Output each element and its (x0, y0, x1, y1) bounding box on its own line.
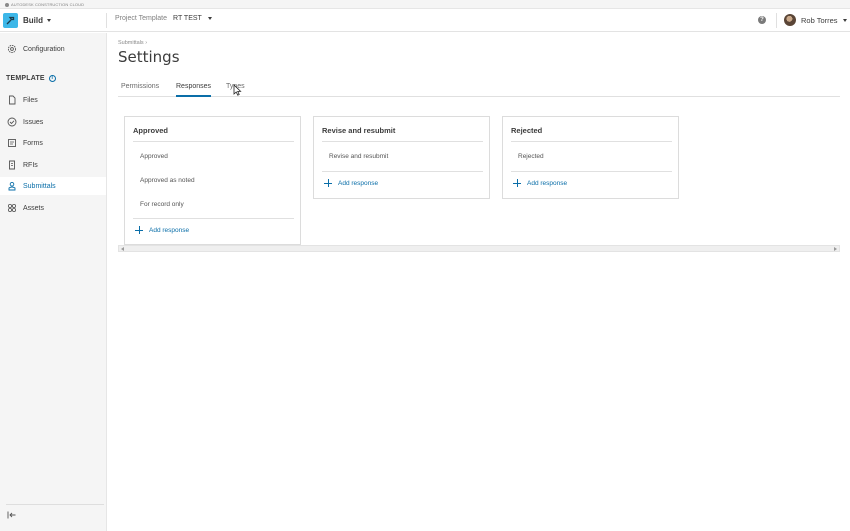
main-content: Submittals › Settings Permissions Respon… (107, 33, 850, 531)
sidebar-item-forms[interactable]: Forms (0, 134, 106, 152)
check-circle-icon (6, 117, 17, 128)
tab-bar: Permissions Responses Types (118, 81, 840, 97)
file-icon (6, 95, 17, 106)
sidebar-item-label: Assets (23, 204, 45, 212)
assets-icon (6, 203, 17, 214)
sidebar-item-configuration[interactable]: Configuration (0, 40, 106, 58)
horizontal-scrollbar[interactable] (118, 245, 840, 252)
add-response-button[interactable]: Add response (513, 179, 567, 187)
divider (6, 504, 104, 505)
sidebar-item-label: RFIs (23, 161, 38, 169)
add-response-label: Add response (527, 179, 568, 187)
add-response-label: Add response (338, 179, 379, 187)
sidebar: Configuration TEMPLATE i Files Issues Fo… (0, 33, 107, 531)
module-switcher[interactable]: Build (3, 12, 51, 29)
divider (133, 141, 294, 142)
template-label-text: TEMPLATE (6, 75, 45, 82)
collapse-sidebar-icon[interactable] (6, 510, 16, 520)
project-label: Project Template (115, 15, 168, 22)
sidebar-item-issues[interactable]: Issues (0, 113, 106, 131)
response-item[interactable]: For record only (140, 201, 184, 208)
scroll-right-icon[interactable] (834, 247, 837, 251)
sidebar-item-assets[interactable]: Assets (0, 199, 106, 217)
project-name: RT TEST (173, 15, 202, 22)
chevron-down-icon (207, 17, 212, 20)
sidebar-item-label: Configuration (23, 45, 65, 53)
add-response-label: Add response (149, 226, 190, 234)
add-response-button[interactable]: Add response (135, 226, 189, 234)
divider (511, 171, 672, 172)
sidebar-item-label: Files (23, 96, 38, 104)
divider (776, 13, 777, 28)
chevron-down-icon (47, 19, 51, 22)
response-card-rejected: Rejected Rejected Add response (502, 116, 679, 199)
product-banner-text: AUTODESK CONSTRUCTION CLOUD (11, 2, 85, 7)
submittals-icon (6, 181, 17, 192)
sidebar-item-files[interactable]: Files (0, 91, 106, 109)
sidebar-item-submittals[interactable]: Submittals (0, 177, 106, 195)
avatar (784, 14, 796, 26)
response-card-revise-and-resubmit: Revise and resubmit Revise and resubmit … (313, 116, 490, 199)
sidebar-item-label: Issues (23, 118, 44, 126)
template-section-label: TEMPLATE i (6, 75, 56, 82)
card-title: Revise and resubmit (322, 126, 396, 135)
plus-icon (513, 179, 521, 187)
divider (511, 141, 672, 142)
scroll-left-icon[interactable] (121, 247, 124, 251)
hammer-icon (3, 13, 18, 28)
chevron-down-icon (842, 18, 847, 22)
form-icon (6, 138, 17, 149)
user-name: Rob Torres (801, 15, 838, 25)
project-selector[interactable]: Project Template RT TEST (115, 15, 212, 22)
document-icon (6, 160, 17, 171)
mouse-cursor-icon (233, 83, 243, 96)
divider (106, 13, 107, 28)
product-banner: AUTODESK CONSTRUCTION CLOUD (0, 0, 850, 9)
response-item[interactable]: Revise and resubmit (329, 153, 388, 160)
divider (322, 171, 483, 172)
autodesk-logo-icon (5, 2, 9, 7)
divider (133, 218, 294, 219)
plus-icon (135, 226, 143, 234)
response-item[interactable]: Rejected (518, 153, 544, 160)
card-title: Approved (133, 126, 169, 135)
response-card-approved: Approved Approved Approved as noted For … (124, 116, 301, 245)
info-icon[interactable]: i (48, 75, 56, 82)
breadcrumb[interactable]: Submittals › (118, 40, 147, 46)
tab-responses[interactable]: Responses (176, 83, 212, 97)
help-icon[interactable]: ? (758, 16, 766, 24)
user-menu[interactable]: Rob Torres (784, 13, 847, 27)
sidebar-item-label: Forms (23, 139, 43, 147)
plus-icon (324, 179, 332, 187)
gear-icon (6, 44, 17, 55)
tab-permissions[interactable]: Permissions (121, 83, 159, 97)
add-response-button[interactable]: Add response (324, 179, 378, 187)
card-title: Rejected (511, 126, 543, 135)
sidebar-item-label: Submittals (23, 182, 56, 190)
response-item[interactable]: Approved (140, 153, 168, 160)
sidebar-item-rfis[interactable]: RFIs (0, 156, 106, 174)
module-label: Build (23, 16, 43, 25)
response-columns: Approved Approved Approved as noted For … (118, 113, 840, 245)
response-item[interactable]: Approved as noted (140, 177, 195, 184)
app-header: Build Project Template RT TEST ? Rob Tor… (0, 9, 850, 32)
page-title: Settings (118, 48, 180, 66)
divider (322, 141, 483, 142)
